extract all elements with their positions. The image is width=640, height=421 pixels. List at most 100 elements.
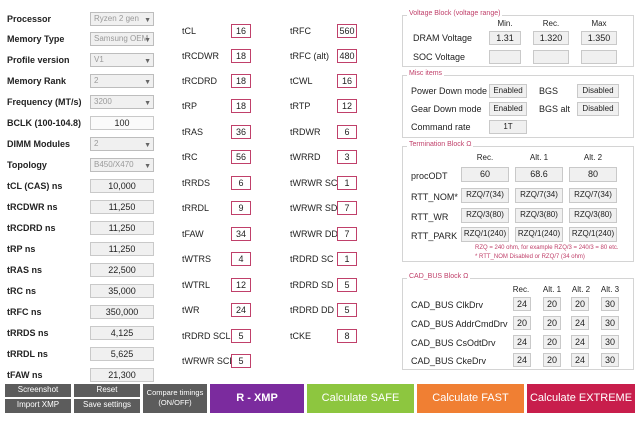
timing-input[interactable]: 56 (231, 150, 251, 164)
bgs-value: Disabled (577, 84, 619, 98)
timing-input[interactable]: 1 (337, 252, 357, 266)
cad-bus-value: 20 (571, 297, 589, 311)
cad-bus-value: 24 (513, 353, 531, 367)
timing-input[interactable]: 5 (337, 278, 357, 292)
cad-bus-value: 24 (513, 297, 531, 311)
cad-bus-value: 20 (543, 316, 561, 330)
termination-value: 60 (461, 167, 509, 182)
timing-input[interactable]: 36 (231, 125, 251, 139)
termination-row-label: procODT (411, 171, 448, 181)
memory-type-label: Memory Type (7, 34, 65, 44)
timing-input[interactable]: 16 (337, 74, 357, 88)
cad-bus-value: 30 (601, 316, 619, 330)
timing-input[interactable]: 18 (231, 49, 251, 63)
timing-input[interactable]: 560 (337, 24, 357, 38)
gear-down-label: Gear Down mode (411, 104, 482, 114)
calculate-safe-button[interactable]: Calculate SAFE (307, 384, 414, 413)
bclk-input[interactable]: 100 (90, 116, 154, 130)
cad-bus-row-label: CAD_BUS CkeDrv (411, 356, 487, 366)
termination-value: RZQ/1(240) (461, 227, 509, 242)
timing-label: tWRWR SCL (182, 356, 235, 366)
ns-value: 5,625 (90, 347, 154, 361)
processor-label: Processor (7, 14, 52, 24)
topology-select[interactable]: B450/X470 ▼ (90, 158, 154, 172)
termination-value: RZQ/3(80) (569, 208, 617, 223)
timing-input[interactable]: 3 (337, 150, 357, 164)
timing-input[interactable]: 16 (231, 24, 251, 38)
cad-bus-row-label: CAD_BUS ClkDrv (411, 300, 484, 310)
chevron-down-icon: ▼ (144, 79, 151, 86)
termination-header: Alt. 2 (583, 153, 603, 162)
timing-input[interactable]: 8 (337, 329, 357, 343)
save-settings-button[interactable]: Save settings (74, 399, 140, 413)
import-xmp-button[interactable]: Import XMP (5, 399, 71, 413)
timing-input[interactable]: 5 (337, 303, 357, 317)
power-down-label: Power Down mode (411, 86, 488, 96)
cad-bus-header: Rec. (512, 285, 530, 294)
chevron-down-icon: ▼ (144, 17, 151, 24)
calculate-fast-button[interactable]: Calculate FAST (417, 384, 524, 413)
cad-bus-header: Alt. 3 (600, 285, 620, 294)
ns-label: tRRDS ns (7, 328, 49, 338)
memory-rank-select[interactable]: 2 ▼ (90, 74, 154, 88)
timing-label: tRFC (alt) (290, 51, 329, 61)
screenshot-button[interactable]: Screenshot (5, 384, 71, 397)
timing-input[interactable]: 480 (337, 49, 357, 63)
timing-input[interactable]: 34 (231, 227, 251, 241)
cad-bus-value: 30 (601, 335, 619, 349)
timing-input[interactable]: 9 (231, 201, 251, 215)
timing-input[interactable]: 24 (231, 303, 251, 317)
timing-input[interactable]: 4 (231, 252, 251, 266)
termination-row-label: RTT_PARK (411, 231, 458, 241)
ns-value: 10,000 (90, 179, 154, 193)
timing-label: tRRDS (182, 178, 211, 188)
bgs-label: BGS (539, 86, 559, 96)
frequency-select[interactable]: 3200 ▼ (90, 95, 154, 109)
timing-input[interactable]: 18 (231, 74, 251, 88)
ns-label: tRCDWR ns (7, 202, 58, 212)
timing-label: tWRWR DD (290, 229, 338, 239)
timing-label: tCWL (290, 76, 313, 86)
voltage-block: Voltage Block (voltage range) Min. Rec. … (402, 10, 634, 67)
termination-header: Rec. (476, 153, 494, 162)
cad-bus-value: 30 (601, 297, 619, 311)
processor-select[interactable]: Ryzen 2 gen ▼ (90, 12, 154, 26)
dram-voltage-label: DRAM Voltage (413, 33, 473, 43)
voltage-block-title: Voltage Block (voltage range) (407, 10, 503, 17)
timing-input[interactable]: 7 (337, 201, 357, 215)
memory-rank-label: Memory Rank (7, 76, 67, 86)
timing-input[interactable]: 12 (337, 99, 357, 113)
topology-label: Topology (7, 160, 47, 170)
termination-value: RZQ/7(34) (461, 188, 509, 203)
frequency-label: Frequency (MT/s) (7, 97, 82, 107)
rtt-nom-note: * RTT_NOM Disabled or RZQ/7 (34 ohm) (475, 254, 585, 260)
timing-input[interactable]: 1 (337, 176, 357, 190)
timing-label: tRCDWR (182, 51, 219, 61)
timing-label: tRTP (290, 101, 311, 111)
r-xmp-button[interactable]: R - XMP (210, 384, 304, 413)
dimm-modules-select[interactable]: 2 ▼ (90, 137, 154, 151)
cad-bus-value: 20 (513, 316, 531, 330)
termination-value: RZQ/1(240) (515, 227, 563, 242)
timing-input[interactable]: 5 (231, 354, 251, 368)
profile-version-label: Profile version (7, 55, 70, 65)
power-down-value: Enabled (489, 84, 527, 98)
ns-value: 11,250 (90, 221, 154, 235)
bgs-alt-label: BGS alt (539, 104, 571, 114)
timing-input[interactable]: 18 (231, 99, 251, 113)
memory-type-select[interactable]: Samsung OEM ▼ (90, 32, 154, 46)
termination-value: RZQ/3(80) (515, 208, 563, 223)
timing-input[interactable]: 12 (231, 278, 251, 292)
timing-label: tRAS (182, 127, 204, 137)
profile-version-select[interactable]: V1 ▼ (90, 53, 154, 67)
timing-input[interactable]: 5 (231, 329, 251, 343)
calculate-extreme-button[interactable]: Calculate EXTREME (527, 384, 635, 413)
timing-input[interactable]: 7 (337, 227, 357, 241)
compare-timings-button[interactable]: Compare timings (ON/OFF) (143, 384, 207, 413)
timing-input[interactable]: 6 (337, 125, 357, 139)
misc-items-block: Misc items Power Down mode Enabled BGS D… (402, 70, 634, 138)
cad-bus-value: 24 (571, 335, 589, 349)
reset-button[interactable]: Reset (74, 384, 140, 397)
timing-input[interactable]: 6 (231, 176, 251, 190)
chevron-down-icon: ▼ (144, 58, 151, 65)
